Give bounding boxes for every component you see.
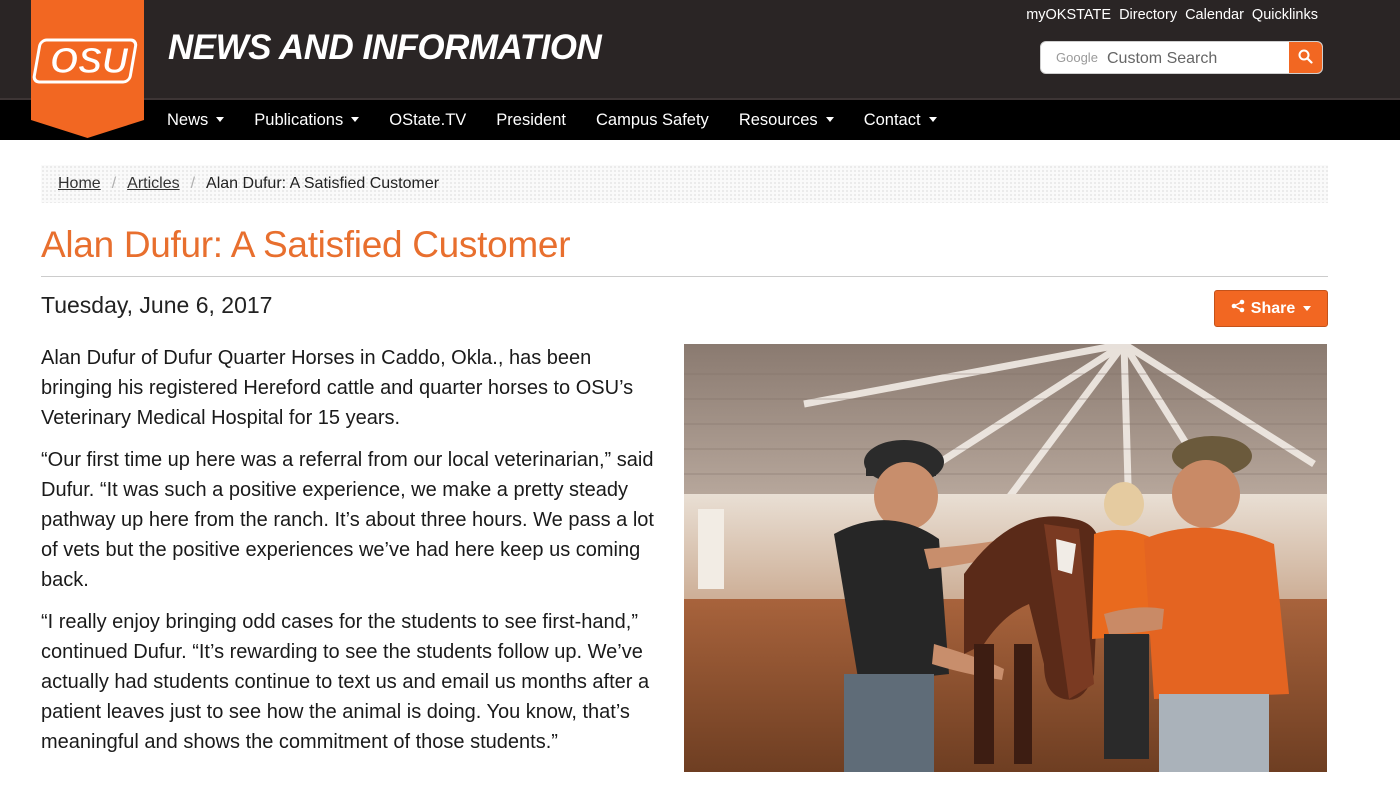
search-icon (1298, 49, 1313, 69)
share-label: Share (1250, 299, 1296, 317)
search-box: Google (1040, 41, 1323, 74)
breadcrumb-articles[interactable]: Articles (127, 175, 179, 193)
breadcrumb: Home / Articles / Alan Dufur: A Satisfie… (41, 165, 1328, 203)
util-link-quicklinks[interactable]: Quicklinks (1252, 7, 1318, 23)
nav-item-label: Contact (863, 111, 921, 129)
nav-item-contact[interactable]: Contact (849, 100, 952, 140)
caret-down-icon (351, 117, 360, 123)
google-brand-label: Google (1056, 50, 1098, 65)
site-title[interactable]: NEWS AND INFORMATION (168, 28, 602, 68)
nav-item-label: Resources (738, 111, 818, 129)
nav-item-campus-safety[interactable]: Campus Safety (581, 100, 724, 140)
article-paragraph: “Our first time up here was a referral f… (41, 448, 654, 592)
caret-down-icon (928, 117, 937, 123)
main-nav: News Publications OState.TV President Ca… (152, 100, 952, 140)
breadcrumb-home[interactable]: Home (58, 175, 101, 193)
article-body: Alan Dufur of Dufur Quarter Horses in Ca… (41, 343, 666, 769)
nav-item-label: Publications (254, 111, 344, 129)
caret-down-icon (216, 117, 225, 123)
nav-item-label: President (496, 111, 566, 129)
nav-item-label: Campus Safety (596, 111, 709, 129)
breadcrumb-current: Alan Dufur: A Satisfied Customer (206, 175, 440, 192)
osu-logo-text: OSU (50, 40, 129, 81)
article-date: Tuesday, June 6, 2017 (41, 292, 273, 318)
nav-item-label: News (167, 111, 209, 129)
nav-item-president[interactable]: President (481, 100, 581, 140)
breadcrumb-separator: / (190, 175, 196, 192)
search-input[interactable] (1107, 47, 1289, 70)
caret-down-icon (1303, 306, 1312, 311)
page-title: Alan Dufur: A Satisfied Customer (41, 224, 571, 265)
nav-item-resources[interactable]: Resources (724, 100, 849, 140)
nav-item-ostate-tv[interactable]: OState.TV (374, 100, 481, 140)
osu-logo[interactable]: OSU (31, 0, 144, 138)
util-link-myokstate[interactable]: myOKSTATE (1026, 7, 1111, 23)
nav-item-news[interactable]: News (152, 100, 239, 140)
share-icon (1231, 299, 1245, 318)
share-button[interactable]: Share (1214, 290, 1328, 327)
article-paragraph: Alan Dufur of Dufur Quarter Horses in Ca… (41, 347, 634, 430)
nav-item-publications[interactable]: Publications (239, 100, 374, 140)
title-divider (41, 276, 1328, 277)
article-photo (684, 344, 1327, 772)
article-paragraph: “I really enjoy bringing odd cases for t… (41, 610, 650, 754)
search-button[interactable] (1289, 42, 1322, 73)
utility-links: myOKSTATE Directory Calendar Quicklinks (1026, 7, 1318, 23)
util-link-calendar[interactable]: Calendar (1185, 7, 1244, 23)
nav-item-label: OState.TV (389, 111, 467, 129)
breadcrumb-separator: / (111, 175, 117, 192)
caret-down-icon (825, 117, 834, 123)
util-link-directory[interactable]: Directory (1119, 7, 1177, 23)
